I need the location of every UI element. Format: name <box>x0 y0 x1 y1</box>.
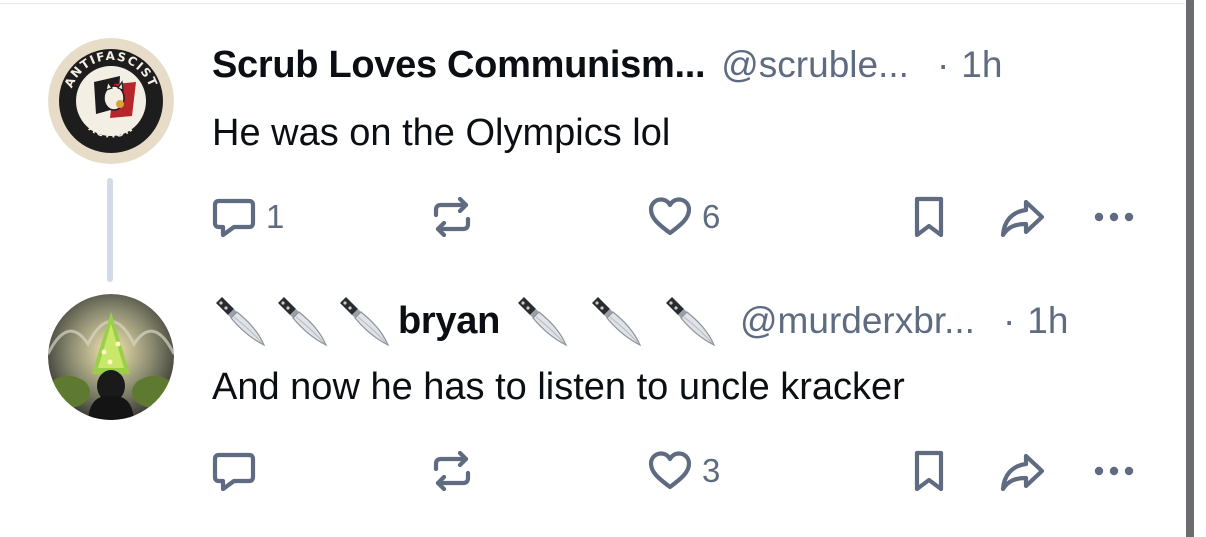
repost-arrows-icon <box>428 447 476 495</box>
name-emoji-group-right <box>514 293 736 349</box>
repost-arrows-icon <box>428 193 476 241</box>
kitchen-knife-icon <box>212 293 268 349</box>
bookmark-button[interactable] <box>905 446 953 496</box>
bookmark-icon <box>905 447 953 495</box>
display-name[interactable]: bryan <box>398 300 500 343</box>
heart-icon <box>646 447 694 495</box>
separator-dot: · <box>936 44 950 85</box>
scrollbar[interactable] <box>1186 0 1194 537</box>
reply-count: 1 <box>266 198 285 235</box>
like-count: 6 <box>702 198 721 235</box>
avatar[interactable]: ANTIFASCIST ACTION <box>48 38 174 164</box>
kitchen-knife-icon <box>336 293 392 349</box>
heart-icon <box>646 193 694 241</box>
separator-dot: · <box>1002 300 1016 341</box>
kitchen-knife-icon <box>662 293 718 349</box>
reply-button[interactable] <box>210 446 258 496</box>
timestamp[interactable]: 1h <box>961 44 1002 86</box>
avatar-photo-icon <box>48 294 174 420</box>
reply-button[interactable]: 1 <box>210 192 284 242</box>
speech-bubble-icon <box>210 193 258 241</box>
user-handle[interactable]: @scruble... <box>721 44 909 86</box>
post-actions: 1 6 <box>0 192 1180 242</box>
ellipsis-icon <box>1090 447 1138 495</box>
kitchen-knife-icon <box>514 293 570 349</box>
like-count: 3 <box>702 452 721 489</box>
avatar[interactable] <box>48 294 174 420</box>
share-arrow-icon <box>996 193 1048 241</box>
ellipsis-icon <box>1090 193 1138 241</box>
more-options-button[interactable] <box>1090 192 1138 242</box>
top-divider <box>0 3 1185 4</box>
bookmark-icon <box>905 193 953 241</box>
share-arrow-icon <box>996 447 1048 495</box>
repost-button[interactable] <box>428 192 476 242</box>
name-emoji-group-left <box>212 293 398 349</box>
share-button[interactable] <box>996 446 1048 496</box>
post-text: He was on the Olympics lol <box>212 112 671 154</box>
more-options-button[interactable] <box>1090 446 1138 496</box>
share-button[interactable] <box>996 192 1048 242</box>
like-button[interactable]: 3 <box>646 446 720 496</box>
antifascist-action-badge-icon: ANTIFASCIST ACTION <box>48 38 174 164</box>
timestamp[interactable]: 1h <box>1027 300 1068 342</box>
kitchen-knife-icon <box>588 293 644 349</box>
like-button[interactable]: 6 <box>646 192 720 242</box>
speech-bubble-icon <box>210 447 258 495</box>
kitchen-knife-icon <box>274 293 330 349</box>
post-header: Scrub Loves Communism... @scruble... · 1… <box>212 40 1002 90</box>
user-handle[interactable]: @murderxbr... <box>740 300 975 342</box>
bookmark-button[interactable] <box>905 192 953 242</box>
post-actions: 3 <box>0 446 1180 496</box>
post-header: bryan @murderxbr... · 1h <box>212 296 1068 346</box>
post-text: And now he has to listen to uncle kracke… <box>212 366 905 408</box>
display-name[interactable]: Scrub Loves Communism... <box>212 44 706 87</box>
repost-button[interactable] <box>428 446 476 496</box>
